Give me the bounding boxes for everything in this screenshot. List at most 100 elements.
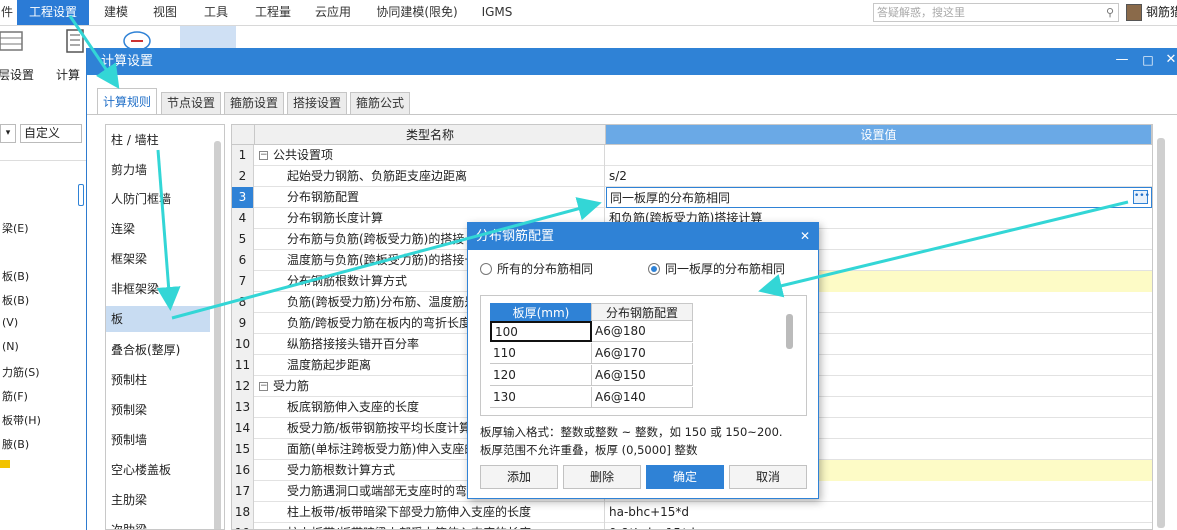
chevron-down-icon[interactable]: ▾ [0,124,16,143]
table-header-thickness[interactable]: 板厚(mm) [490,303,592,321]
filter-combo[interactable]: 自定义 [20,124,82,143]
ok-button[interactable]: 确定 [646,465,724,489]
row-number[interactable]: 18 [232,502,254,523]
row-number[interactable]: 2 [232,166,254,187]
tree-item[interactable]: 板(B) [2,268,29,284]
menu-item-view[interactable]: 视图 [145,0,185,25]
search-icon[interactable]: ⚲ [1106,4,1114,21]
row-number[interactable]: 4 [232,208,254,229]
close-icon[interactable]: ✕ [798,225,812,247]
row-number[interactable]: 19 [232,523,254,529]
menu-item-project-settings[interactable]: 工程设置 [17,0,89,25]
category-item[interactable]: 预制柱 [106,367,210,393]
grid-row[interactable]: 3 分布钢筋配置 同一板厚的分布筋相同 ••• [232,187,1152,208]
cancel-button[interactable]: 取消 [729,465,807,489]
radio-label[interactable]: 所有的分布筋相同 [497,260,593,278]
row-number[interactable]: 9 [232,313,254,334]
close-icon[interactable]: ✕ [1164,50,1177,70]
collapse-icon[interactable]: − [259,151,268,160]
menu-item-quantities[interactable]: 工程量 [246,0,300,25]
table-cell-thickness[interactable]: 110 [490,343,592,364]
table-cell-thickness[interactable]: 120 [490,365,592,386]
grid-group-row[interactable]: 1− 公共设置项 [232,145,1152,166]
category-item[interactable]: 次肋梁 [106,517,210,529]
row-number[interactable]: 16 [232,460,254,481]
radio-label[interactable]: 同一板厚的分布筋相同 [665,260,785,278]
subdialog-titlebar[interactable]: 分布钢筋配置 ✕ [468,223,818,250]
row-number[interactable]: 1 [232,145,254,166]
tree-item[interactable]: 梁(E) [2,220,29,236]
category-item[interactable]: 叠合板(整厚) [106,337,210,363]
add-button[interactable]: 添加 [480,465,558,489]
category-item[interactable]: 柱 / 墙柱 [106,127,210,153]
tree-item[interactable]: 板带(H) [2,412,41,428]
category-item[interactable]: 人防门框墙 [106,186,210,212]
row-value[interactable]: ha-bhc+15*d [606,502,1152,523]
tab-lap-settings[interactable]: 搭接设置 [287,92,347,114]
radio-checked-icon[interactable] [648,263,660,275]
table-header-config[interactable]: 分布钢筋配置 [591,303,693,321]
category-item[interactable]: 空心楼盖板 [106,457,210,483]
row-number[interactable]: 13 [232,397,254,418]
table-cell-config[interactable]: A6@180 [592,321,693,342]
row-number[interactable]: 11 [232,355,254,376]
menu-item-cloud[interactable]: 云应用 [309,0,357,25]
ellipsis-icon[interactable]: ••• [1133,190,1150,204]
collapse-icon[interactable]: − [259,382,268,391]
menu-item-igms[interactable]: IGMS [477,0,517,25]
grid-scrollbar[interactable] [1157,138,1165,528]
table-cell-thickness[interactable]: 130 [490,387,592,408]
row-number[interactable]: 3 [232,187,254,208]
tree-item[interactable]: 力筋(S) [2,364,40,380]
category-scrollbar[interactable] [214,141,221,529]
category-item[interactable]: 预制墙 [106,427,210,453]
grid-row[interactable]: 18 柱上板带/板带暗梁下部受力筋伸入支座的长度 ha-bhc+15*d [232,502,1152,523]
category-item[interactable]: 预制梁 [106,397,210,423]
row-number[interactable]: 5 [232,229,254,250]
category-item[interactable]: 框架梁 [106,246,210,272]
table-cell-config[interactable]: A6@170 [592,343,693,364]
row-value[interactable]: 同一板厚的分布筋相同 ••• [606,187,1152,208]
username[interactable]: 钢筋猎 [1146,0,1177,25]
minimize-icon[interactable]: — [1114,50,1130,70]
row-number[interactable]: 17 [232,481,254,502]
floor-settings-icon[interactable] [0,28,28,54]
tree-item[interactable]: 筋(F) [2,388,28,404]
menu-item-collab[interactable]: 协同建模(限免) [370,0,464,25]
table-cell-thickness[interactable]: 100 [490,321,592,342]
tree-item[interactable]: 腋(B) [2,436,29,452]
row-value[interactable]: s/2 [606,166,1152,187]
category-item[interactable]: 连梁 [106,216,210,242]
row-number[interactable]: 6 [232,250,254,271]
maximize-icon[interactable]: □ [1140,50,1156,70]
tree-scroll-indicator[interactable] [78,184,84,206]
tab-stirrup-formula[interactable]: 箍筋公式 [350,92,410,114]
radio-unchecked-icon[interactable] [480,263,492,275]
row-number[interactable]: 12 [232,376,254,397]
tree-item[interactable]: 板(B) [2,292,29,308]
row-value[interactable] [606,145,1152,166]
tree-item[interactable]: (N) [2,340,19,353]
dialog-titlebar[interactable]: 计算设置 — □ ✕ [87,48,1177,75]
table-cell-config[interactable]: A6@140 [592,387,693,408]
menu-item-file[interactable]: 件 [0,0,14,25]
row-number[interactable]: 10 [232,334,254,355]
tab-node-settings[interactable]: 节点设置 [161,92,221,114]
menu-item-tools[interactable]: 工具 [196,0,236,25]
category-item[interactable]: 剪力墙 [106,157,210,183]
row-number[interactable]: 15 [232,439,254,460]
tab-calc-rules[interactable]: 计算规则 [97,88,157,115]
search-input[interactable]: 答疑解惑，搜这里 ⚲ [873,3,1119,22]
grid-row[interactable]: 19 柱上板带/板带暗梁上部受力筋伸入支座的长度 0.6*Lab+15*d [232,523,1152,529]
category-item[interactable]: 主肋梁 [106,487,210,513]
menu-item-modeling[interactable]: 建模 [96,0,136,25]
table-cell-config[interactable]: A6@150 [592,365,693,386]
category-item-slab[interactable]: 板 [106,306,210,332]
row-number[interactable]: 14 [232,418,254,439]
row-number[interactable]: 8 [232,292,254,313]
tree-item[interactable]: (V) [2,316,18,329]
avatar[interactable] [1126,4,1142,21]
tab-stirrup-settings[interactable]: 箍筋设置 [224,92,284,114]
table-scrollbar[interactable] [786,314,793,349]
row-number[interactable]: 7 [232,271,254,292]
